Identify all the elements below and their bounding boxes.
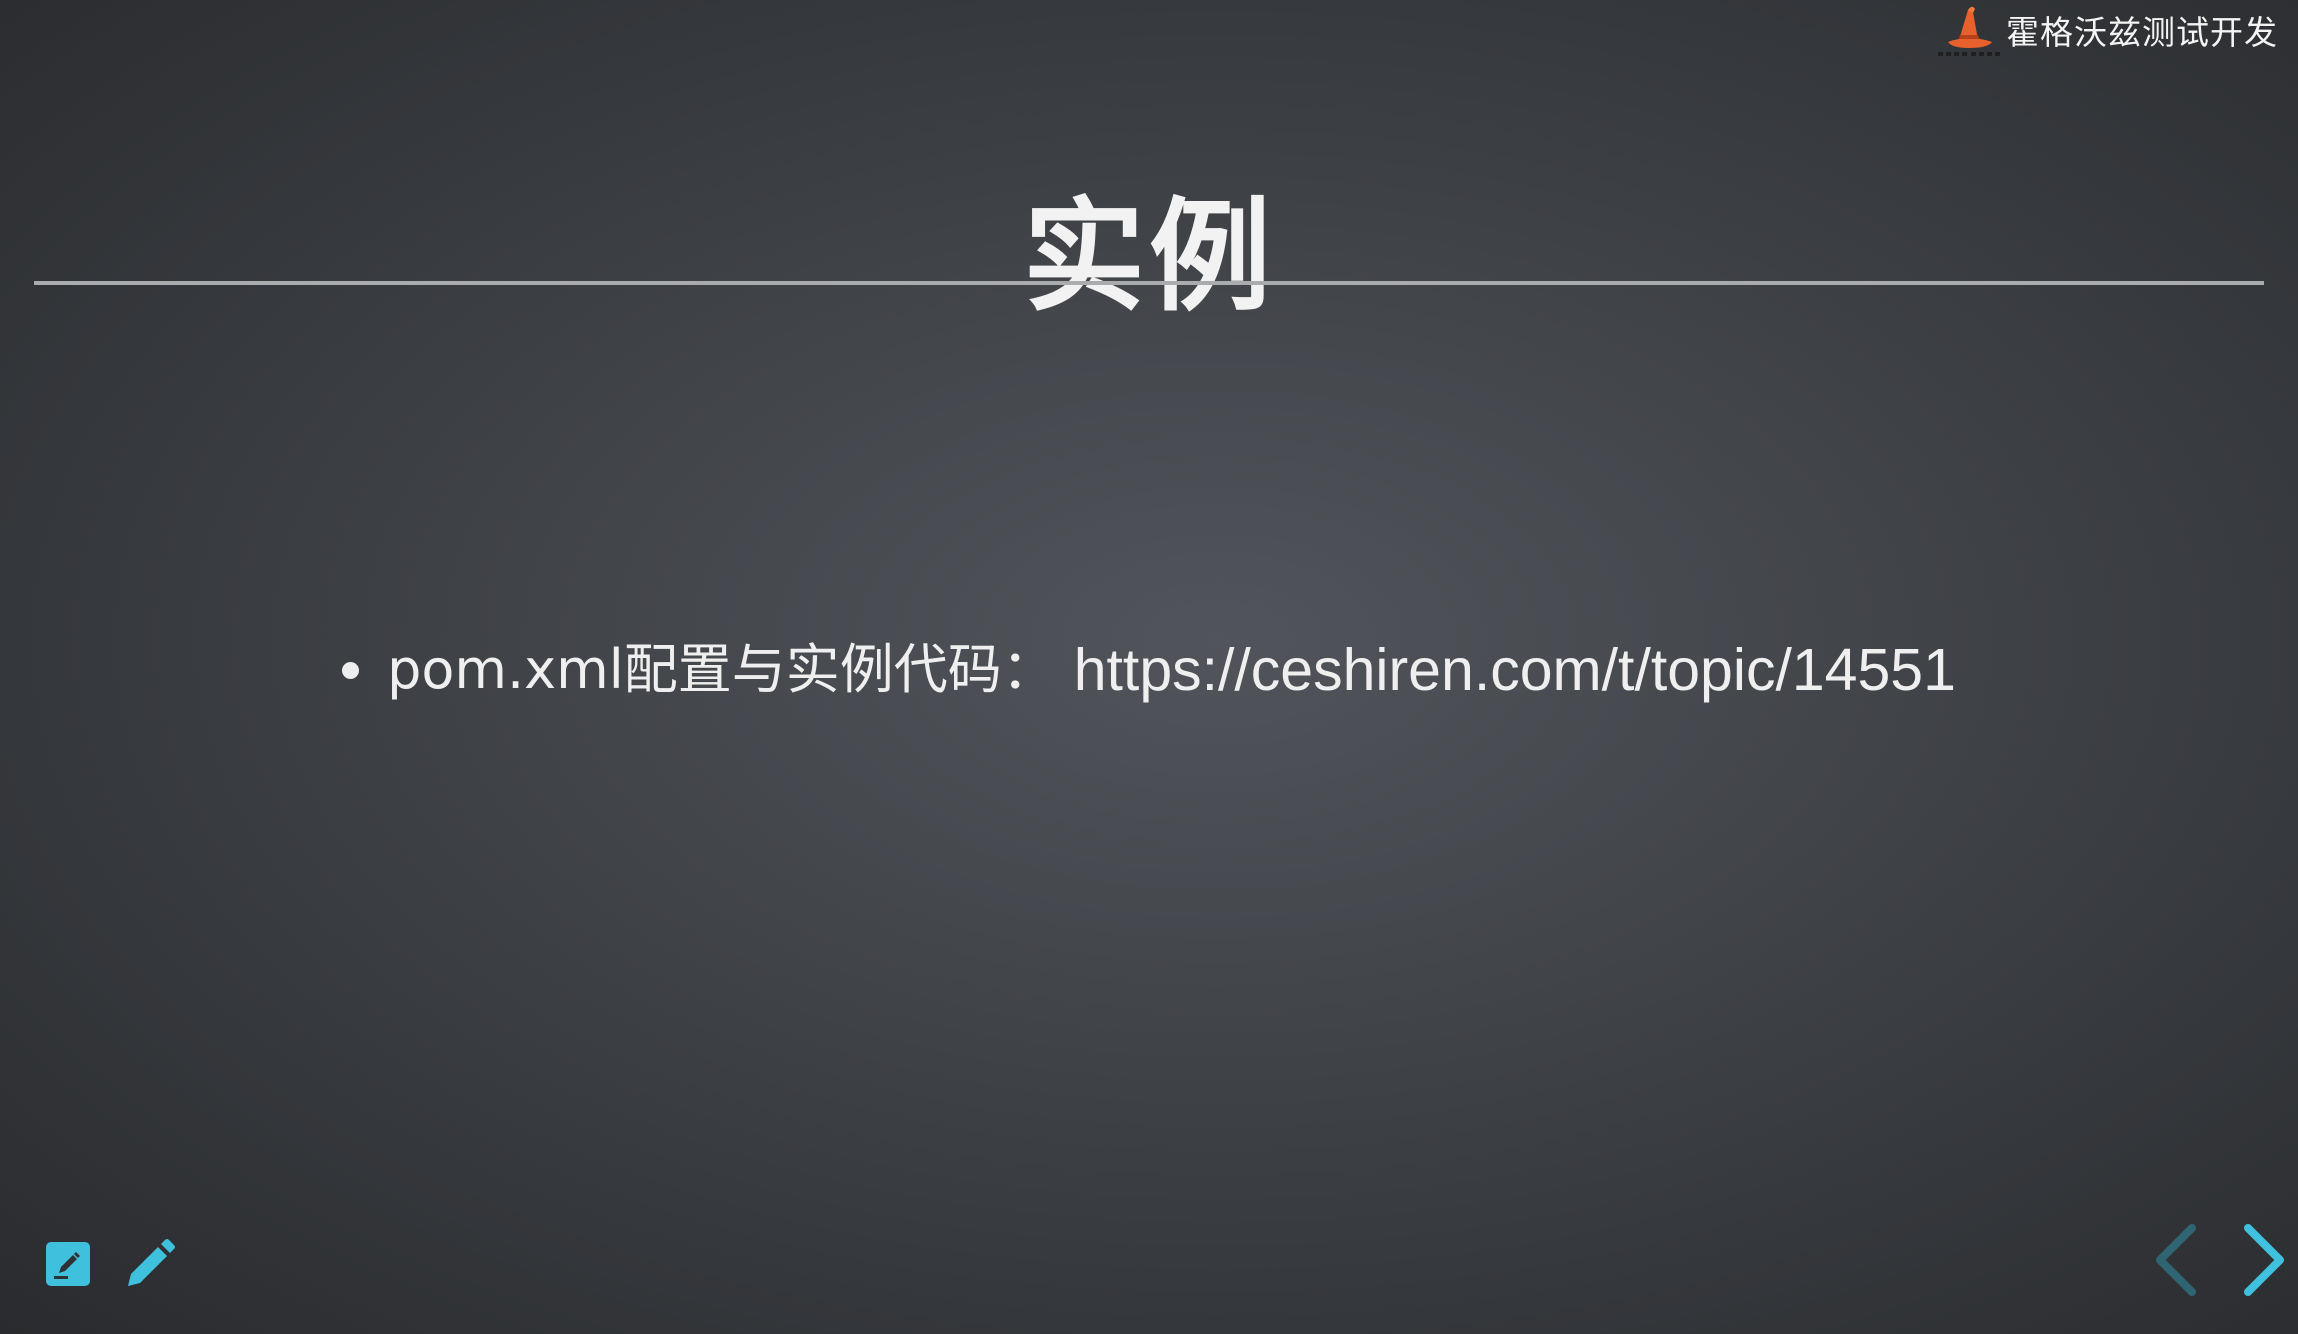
chevron-right-icon [2244, 1224, 2284, 1296]
chalkboard-button[interactable] [40, 1236, 96, 1292]
brand-header: 霍格沃兹测试开发 [1938, 0, 2278, 60]
title-divider [34, 281, 2264, 285]
wizard-hat-icon [1938, 4, 2000, 56]
bullet-dot [342, 661, 360, 679]
chalkboard-icon [46, 1242, 90, 1286]
brand-tagline-mark [1938, 52, 2000, 56]
pen-icon [128, 1239, 175, 1286]
chevron-left-icon [2156, 1224, 2196, 1296]
topic-link[interactable]: https://ceshiren.com/t/topic/14551 [1074, 630, 1956, 710]
slide-title: 实例 [1023, 185, 1275, 328]
bullet-list: pom.xml配置与实例代码： https://ceshiren.com/t/t… [0, 630, 2298, 710]
nav-prev-button[interactable] [2146, 1222, 2206, 1298]
nav-next-button[interactable] [2234, 1222, 2294, 1298]
list-item: pom.xml配置与实例代码： https://ceshiren.com/t/t… [342, 630, 1956, 710]
pen-button[interactable] [122, 1236, 178, 1292]
bullet-text: pom.xml配置与实例代码： [387, 638, 1056, 701]
brand-name: 霍格沃兹测试开发 [2006, 13, 2278, 52]
